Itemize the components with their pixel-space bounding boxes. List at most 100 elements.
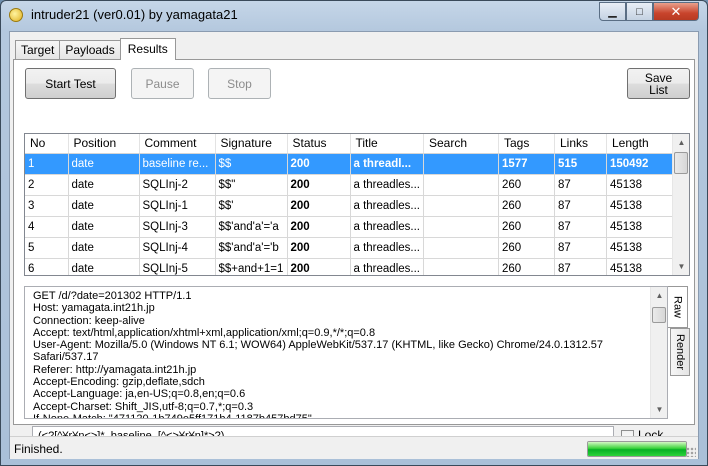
table-cell — [423, 174, 499, 196]
app-window: intruder21 (ver0.01) by yamagata21 ▁ □ ✕… — [0, 0, 708, 466]
table-cell — [423, 153, 499, 175]
table-row[interactable]: 2 date SQLInj-2 $$" 200 a threadles... 260 87 45… — [25, 174, 674, 196]
table-cell: $$ — [215, 153, 288, 175]
request-line: Accept-Encoding: gzip,deflate,sdch — [33, 376, 205, 389]
title-bar[interactable]: intruder21 (ver0.01) by yamagata21 ▁ □ ✕ — [1, 1, 707, 29]
scroll-thumb[interactable] — [674, 152, 688, 174]
table-cell: a threadles... — [350, 195, 424, 217]
app-icon — [9, 8, 23, 22]
table-cell: 45138 — [606, 195, 674, 217]
table-cell: 45138 — [606, 216, 674, 238]
table-cell: $$" — [215, 174, 288, 196]
window-title: intruder21 (ver0.01) by yamagata21 — [31, 7, 238, 22]
scroll-down-icon[interactable]: ▼ — [673, 258, 689, 275]
tab-results[interactable]: Results — [119, 38, 176, 60]
table-cell: a threadles... — [350, 258, 424, 275]
scroll-thumb[interactable] — [652, 307, 666, 323]
table-cell: 45138 — [606, 237, 674, 259]
main-tabs: Target Payloads Results — [15, 38, 176, 60]
request-line: User-Agent: Mozilla/5.0 (Windows NT 6.1;… — [33, 339, 603, 352]
table-cell: 87 — [554, 237, 607, 259]
status-bar: Finished. — [10, 436, 698, 459]
column-header-no[interactable]: No — [25, 134, 69, 154]
scroll-up-icon[interactable]: ▲ — [651, 287, 668, 304]
table-cell: a threadles... — [350, 237, 424, 259]
request-scrollbar[interactable]: ▲ ▼ — [650, 287, 667, 418]
table-cell: 3 — [25, 195, 69, 217]
request-viewer[interactable]: GET /d/?date=201302 HTTP/1.1 Host: yamaga… — [24, 286, 668, 419]
table-scrollbar[interactable]: ▲ ▼ — [672, 134, 689, 275]
table-cell: 1 — [25, 153, 69, 175]
table-cell: 200 — [287, 153, 351, 175]
table-cell: SQLInj-1 — [139, 195, 216, 217]
minimize-button[interactable]: ▁ — [599, 2, 626, 21]
table-cell: 4 — [25, 216, 69, 238]
table-cell: SQLInj-5 — [139, 258, 216, 275]
column-header-signature[interactable]: Signature — [215, 134, 288, 154]
tab-target[interactable]: Target — [15, 40, 61, 60]
table-cell: 150492 — [606, 153, 674, 175]
table-cell: 5 — [25, 237, 69, 259]
stop-button[interactable]: Stop — [208, 68, 271, 99]
client-area: Target Payloads Results Start Test Pause… — [9, 31, 699, 459]
scroll-down-icon[interactable]: ▼ — [651, 401, 668, 418]
table-row[interactable]: 4 date SQLInj-3 $$'and'a'='a 200 a threadles.… — [25, 216, 674, 238]
table-cell: date — [68, 153, 140, 175]
tab-render[interactable]: Render — [670, 328, 690, 376]
table-cell: date — [68, 174, 140, 196]
table-cell — [423, 258, 499, 275]
results-table[interactable]: No Position Comment Signature Status Title Sea… — [24, 133, 690, 276]
table-cell: a threadles... — [350, 174, 424, 196]
status-text: Finished. — [14, 442, 63, 456]
request-line: If-None-Match: "471120-1b749e5ff171b4-11… — [33, 413, 645, 418]
column-header-links[interactable]: Links — [554, 134, 607, 154]
tab-raw[interactable]: Raw — [668, 286, 688, 328]
table-cell: 87 — [554, 216, 607, 238]
table-cell: 200 — [287, 216, 351, 238]
table-cell: date — [68, 237, 140, 259]
progress-fill — [588, 442, 686, 456]
table-cell: a threadl... — [350, 153, 424, 175]
table-cell — [423, 216, 499, 238]
column-header-comment[interactable]: Comment — [139, 134, 216, 154]
column-header-length[interactable]: Length — [606, 134, 674, 154]
table-cell: date — [68, 216, 140, 238]
results-grid: No Position Comment Signature Status Title Sea… — [25, 134, 674, 275]
close-button[interactable]: ✕ — [653, 2, 699, 21]
request-line: Accept: text/html,application/xhtml+xml,… — [33, 326, 376, 339]
request-line: Referer: http://yamagata.int21h.jp — [33, 363, 197, 376]
table-header: No Position Comment Signature Status Title Sea… — [25, 134, 674, 154]
results-panel: Start Test Pause Stop Save List No Positi… — [13, 59, 695, 446]
table-cell — [423, 195, 499, 217]
column-header-status[interactable]: Status — [287, 134, 351, 154]
column-header-title[interactable]: Title — [350, 134, 424, 154]
size-grip-icon[interactable] — [686, 447, 696, 457]
table-cell: 260 — [498, 174, 555, 196]
table-cell: 260 — [498, 258, 555, 275]
table-cell: SQLInj-3 — [139, 216, 216, 238]
table-row[interactable]: 5 date SQLInj-4 $$'and'a'='b 200 a threadles.… — [25, 237, 674, 259]
column-header-position[interactable]: Position — [68, 134, 140, 154]
table-cell: 515 — [554, 153, 607, 175]
table-row[interactable]: 6 date SQLInj-5 $$+and+1=1 200 a threadles...… — [25, 258, 674, 275]
table-cell: $$' — [215, 195, 288, 217]
pause-button[interactable]: Pause — [131, 68, 194, 99]
table-cell: 200 — [287, 195, 351, 217]
table-row[interactable]: 3 date SQLInj-1 $$' 200 a threadles... 260 87 45… — [25, 195, 674, 217]
table-cell: 87 — [554, 174, 607, 196]
tab-payloads[interactable]: Payloads — [59, 40, 121, 60]
maximize-button[interactable]: □ — [626, 2, 653, 21]
column-header-tags[interactable]: Tags — [498, 134, 555, 154]
table-cell: 260 — [498, 237, 555, 259]
start-test-button[interactable]: Start Test — [25, 68, 116, 99]
save-list-button[interactable]: Save List — [627, 68, 690, 99]
column-header-search[interactable]: Search — [423, 134, 499, 154]
request-line: Connection: keep-alive — [33, 314, 145, 327]
table-cell: $$'and'a'='b — [215, 237, 288, 259]
table-cell: 200 — [287, 237, 351, 259]
request-line: Host: yamagata.int21h.jp — [33, 302, 155, 315]
table-cell: SQLInj-4 — [139, 237, 216, 259]
scroll-up-icon[interactable]: ▲ — [673, 134, 689, 151]
table-row[interactable]: 1 date baseline re... $$ 200 a threadl... 1577… — [25, 153, 674, 175]
request-line: GET /d/?date=201302 HTTP/1.1 — [33, 290, 192, 302]
